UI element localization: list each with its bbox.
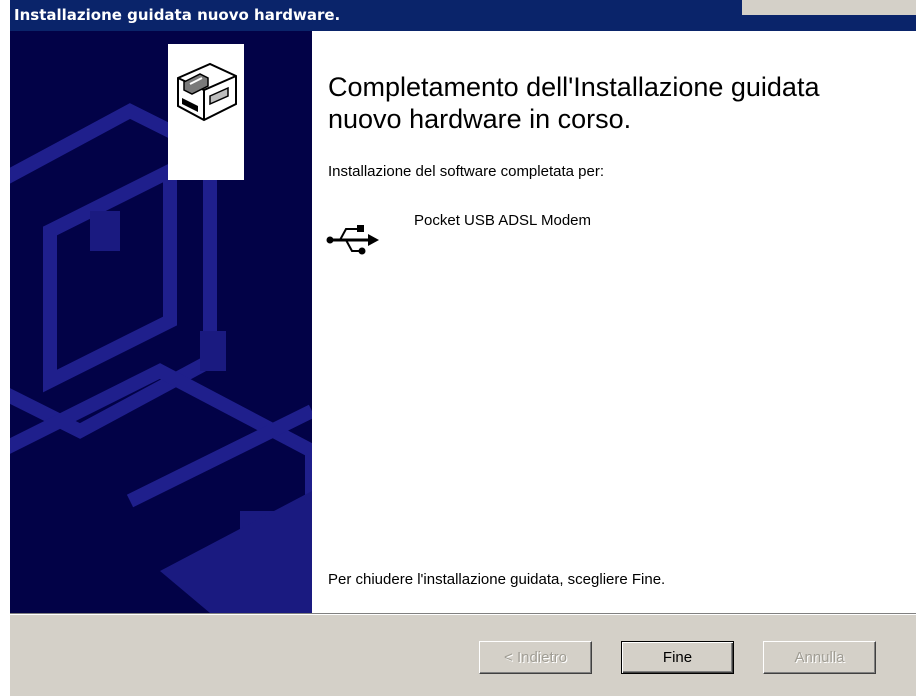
finish-button[interactable]: Fine: [621, 641, 734, 674]
wizard-subtitle: Installazione del software completata pe…: [328, 163, 604, 180]
wizard-content: Completamento dell'Installazione guidata…: [10, 31, 916, 613]
cancel-button[interactable]: Annulla: [763, 641, 876, 674]
side-panel-artwork: [10, 103, 312, 613]
wizard-footer-text: Per chiudere l'installazione guidata, sc…: [328, 571, 666, 588]
window-title: Installazione guidata nuovo hardware.: [14, 6, 341, 24]
back-button[interactable]: < Indietro: [479, 641, 592, 674]
wizard-side-panel: [10, 31, 312, 613]
device-name: Pocket USB ADSL Modem: [414, 212, 592, 229]
usb-icon: [326, 225, 379, 255]
hardware-box-icon: [168, 44, 244, 180]
wizard-heading: Completamento dell'Installazione guidata…: [328, 72, 820, 134]
background-corner: [742, 0, 916, 15]
